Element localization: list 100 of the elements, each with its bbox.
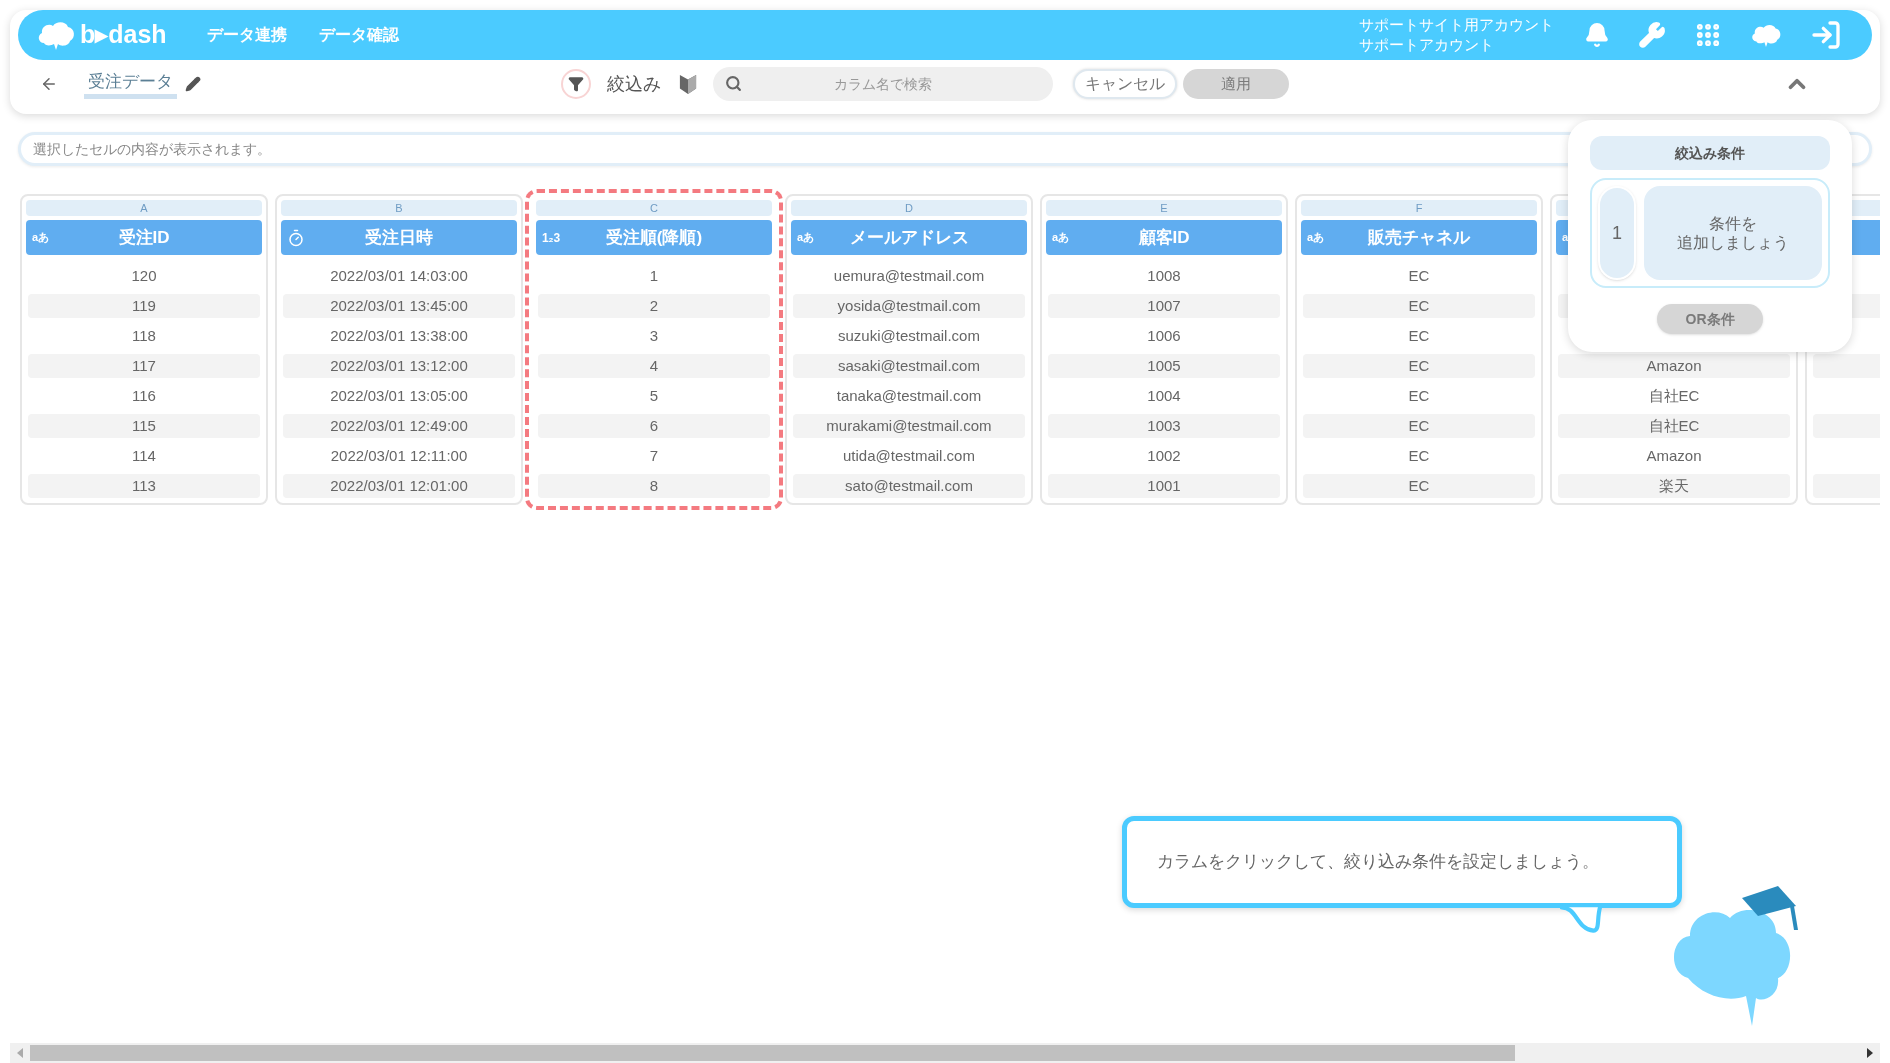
table-cell: 113 <box>28 474 260 498</box>
scroll-right-icon[interactable] <box>1866 1048 1874 1058</box>
table-cell-text: EC <box>1407 385 1431 406</box>
table-cell-text: EC <box>1407 445 1431 466</box>
table-cell: 119 <box>28 294 260 318</box>
column-letter: B <box>395 202 403 214</box>
edit-icon[interactable] <box>185 76 201 92</box>
table-cell: 1001 <box>1048 474 1280 498</box>
table-cell: EC <box>1303 294 1535 318</box>
page-title[interactable]: 受注データ <box>84 69 177 99</box>
condition-text: 追加しましょう <box>1677 233 1789 252</box>
table-cell-text: EC <box>1407 325 1431 346</box>
table-cell: EC <box>1303 354 1535 378</box>
table-cell-text: 1008 <box>1146 265 1182 286</box>
table-cell: 2022/03/01 13:45:00 <box>283 294 515 318</box>
table-cell-text: 2022/03/01 12:11:00 <box>329 445 469 466</box>
hint-bubble: カラムをクリックして、絞り込み条件を設定しましょう。 <box>1122 816 1682 908</box>
column-letter: C <box>650 202 658 214</box>
table-cell-text: 自社EC <box>1647 385 1701 406</box>
table-cell: 4 <box>538 354 770 378</box>
type-label: aあ <box>1307 230 1325 246</box>
table-cell: 1003 <box>1048 414 1280 438</box>
table-cell-text: 1004 <box>1146 385 1182 406</box>
condition-box[interactable]: 1 条件を 追加しましょう <box>1590 178 1830 288</box>
filter-icon[interactable] <box>561 69 591 99</box>
condition-index: 1 <box>1598 186 1636 280</box>
table-cell: 楽天 <box>1558 474 1790 498</box>
type-label: 1₂3 <box>542 229 560 247</box>
column-header[interactable]: aあ 販売チャネル <box>1301 220 1537 255</box>
column-header[interactable]: 受注日時 <box>281 220 517 255</box>
nav-link[interactable]: データ確認 <box>318 23 399 47</box>
logo[interactable]: b▸dash <box>80 16 167 54</box>
table-cell: sato@testmail.com <box>793 474 1025 498</box>
grid-icon[interactable] <box>1694 21 1722 49</box>
table-cell: yosida@testmail.com <box>793 294 1025 318</box>
table-cell-text: utida@testmail.com <box>842 445 976 466</box>
bell-icon[interactable] <box>1584 22 1610 48</box>
back-icon[interactable] <box>40 75 58 93</box>
table-cell: Amazon <box>1558 354 1790 378</box>
stopwatch-icon <box>287 228 305 247</box>
column-header[interactable]: aあ 受注ID <box>26 220 262 255</box>
type-label: aあ <box>1052 230 1070 246</box>
table-cell-text: tanaka@testmail.com <box>835 385 983 406</box>
column-header[interactable]: 1₂3 受注順(降順) <box>536 220 772 255</box>
type-label: aあ <box>797 230 815 246</box>
table-cell: 2022/03/01 12:49:00 <box>283 414 515 438</box>
search-icon <box>725 75 742 92</box>
table-cell: 1007 <box>1048 294 1280 318</box>
table-cell-text: 7 <box>648 445 660 466</box>
nav-link[interactable]: データ連携 <box>206 23 287 47</box>
beginner-mark-icon[interactable] <box>679 73 697 95</box>
table-cell: EC <box>1303 474 1535 498</box>
table-cell: 115 <box>28 414 260 438</box>
condition-text: 条件を <box>1709 214 1757 233</box>
table-cell-text: 120 <box>130 265 158 286</box>
column-header[interactable]: aあ メールアドレス <box>791 220 1027 255</box>
scroll-left-icon[interactable] <box>16 1048 24 1058</box>
table-cell-text: 2022/03/01 13:05:00 <box>329 385 469 406</box>
search-field[interactable]: カラム名で検索 <box>713 67 1053 101</box>
account-name: サポートアカウント <box>1359 35 1495 55</box>
table-cell: 自社EC <box>1558 414 1790 438</box>
column-letter: E <box>1160 202 1168 214</box>
type-label: aあ <box>32 230 50 246</box>
filter-label: 絞込み <box>607 72 661 96</box>
wrench-icon[interactable] <box>1638 21 1666 49</box>
column-letter: D <box>905 202 913 214</box>
table-cell-text: EC <box>1407 265 1431 286</box>
table-cell-text: 2022/03/01 13:38:00 <box>329 325 469 346</box>
table-cell-text: uemura@testmail.com <box>832 265 986 286</box>
table-cell-text: 1002 <box>1146 445 1182 466</box>
table-cell: 2022/03/01 12:01:00 <box>283 474 515 498</box>
table-cell-text: Amazon <box>1645 445 1703 466</box>
table-cell-text: 3 <box>648 325 660 346</box>
table-cell-text: 5 <box>648 385 660 406</box>
table-cell: murakami@testmail.com <box>793 414 1025 438</box>
table-cell: EC <box>1303 414 1535 438</box>
table-cell: sasaki@testmail.com <box>793 354 1025 378</box>
table-cell-text: suzuki@testmail.com <box>837 325 981 346</box>
table-cell-text: 1006 <box>1146 325 1182 346</box>
table-cell-text: 114 <box>131 445 157 466</box>
table-cell-text: 118 <box>131 325 157 346</box>
table-cell: 117 <box>28 354 260 378</box>
horizontal-scrollbar[interactable] <box>10 1043 1880 1063</box>
table-cell: 2 <box>538 294 770 318</box>
panel-title: 絞込み条件 <box>1590 136 1830 170</box>
table-cell: 2022/03/01 13:12:00 <box>283 354 515 378</box>
table-cell-text: 2022/03/01 14:03:00 <box>329 265 469 286</box>
type-label: a <box>1562 230 1569 246</box>
table-cell: 6 <box>538 414 770 438</box>
column-letter: A <box>140 202 148 214</box>
column-letter: F <box>1415 202 1423 214</box>
table-cell-text: 116 <box>131 385 157 406</box>
table-cell-text: 1 <box>648 265 660 286</box>
column-header[interactable]: aあ 顧客ID <box>1046 220 1282 255</box>
table-cell: 1005 <box>1048 354 1280 378</box>
logout-icon[interactable] <box>1810 19 1842 51</box>
scrollbar-thumb[interactable] <box>30 1045 1515 1061</box>
account-name: サポートサイト用アカウント <box>1359 15 1554 35</box>
table-cell: 8 <box>538 474 770 498</box>
cancel-button[interactable]: キャンセル <box>1073 69 1177 99</box>
